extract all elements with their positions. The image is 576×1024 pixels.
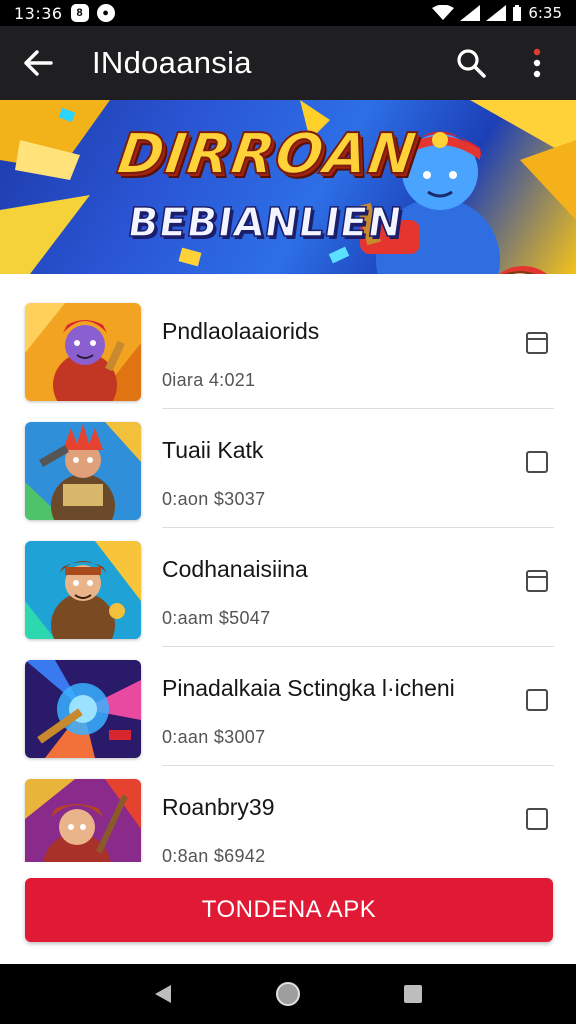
game-thumbnail-2 <box>25 422 141 520</box>
status-time-right: 6:35 <box>528 4 562 22</box>
status-bar: 13:36 8 ● 6:35 <box>0 0 576 26</box>
item-checkbox[interactable] <box>526 689 548 711</box>
item-title: Pinadalkaia Sctingka l·icheni <box>162 675 455 701</box>
search-icon <box>457 49 486 78</box>
nav-home-button[interactable] <box>268 974 308 1014</box>
game-thumbnail-4 <box>25 660 141 758</box>
banner-title: DIRROAN <box>112 121 422 188</box>
back-button[interactable] <box>18 43 58 83</box>
battery-icon <box>513 5 522 21</box>
app-bar-actions <box>450 42 558 84</box>
nav-back-button[interactable] <box>143 974 183 1014</box>
item-meta: 0:8an $6942 <box>162 846 266 862</box>
page-title: INdoaansia <box>92 45 252 80</box>
app-list: Pndlaolaaiorids 0iara 4:021 Tuaii Katk 0… <box>0 290 576 862</box>
item-meta: 0:aam $5047 <box>162 608 271 628</box>
game-thumbnail-5 <box>25 779 141 862</box>
promo-banner[interactable]: DIRROAN BEBIANLIEN <box>0 100 576 274</box>
thumbnail <box>25 303 141 401</box>
system-nav-bar <box>0 964 576 1024</box>
notification-icon: 8 <box>70 4 89 22</box>
item-checkbox[interactable] <box>526 332 548 354</box>
item-meta: 0iara 4:021 <box>162 370 256 390</box>
list-item[interactable]: Roanbry39 0:8an $6942 <box>0 766 576 862</box>
nav-recents-icon <box>404 985 423 1003</box>
item-meta: 0:aon $3037 <box>162 489 266 509</box>
item-checkbox[interactable] <box>526 808 548 830</box>
game-thumbnail-1 <box>25 303 141 401</box>
thumbnail <box>25 422 141 520</box>
status-time: 13:36 <box>14 3 63 23</box>
wifi-icon <box>432 5 455 20</box>
thumbnail <box>25 779 141 862</box>
item-title: Pndlaolaaiorids <box>162 318 320 344</box>
overflow-menu-button[interactable] <box>516 42 558 84</box>
item-title: Codhanaisiina <box>162 556 308 582</box>
item-checkbox[interactable] <box>526 570 548 592</box>
thumbnail <box>25 660 141 758</box>
status-right: 6:35 <box>432 4 562 22</box>
list-item[interactable]: Pndlaolaaiorids 0iara 4:021 <box>0 290 576 409</box>
app-bar: INdoaansia <box>0 26 576 100</box>
nav-home-icon <box>275 982 300 1006</box>
search-button[interactable] <box>450 42 492 84</box>
game-thumbnail-3 <box>25 541 141 639</box>
list-item[interactable]: Pinadalkaia Sctingka l·icheni 0:aan $300… <box>0 647 576 766</box>
nav-back-icon <box>154 985 171 1003</box>
item-title: Roanbry39 <box>162 794 275 820</box>
list-item[interactable]: Codhanaisiina 0:aam $5047 <box>0 528 576 647</box>
item-title: Tuaii Katk <box>162 437 264 463</box>
signal-icon <box>460 5 481 21</box>
status-left: 13:36 8 ● <box>14 4 115 23</box>
item-checkbox[interactable] <box>526 451 548 473</box>
more-vertical-icon <box>533 48 541 78</box>
item-meta: 0:aan $3007 <box>162 727 266 747</box>
banner-subtitle: BEBIANLIEN <box>124 199 406 247</box>
thumbnail <box>25 541 141 639</box>
app-icon: ● <box>96 4 115 22</box>
download-apk-button[interactable]: TONDENA APK <box>25 878 553 942</box>
signal-icon-2 <box>486 5 507 21</box>
list-item[interactable]: Tuaii Katk 0:aon $3037 <box>0 409 576 528</box>
arrow-left-icon <box>24 50 53 76</box>
nav-recents-button[interactable] <box>393 974 433 1014</box>
